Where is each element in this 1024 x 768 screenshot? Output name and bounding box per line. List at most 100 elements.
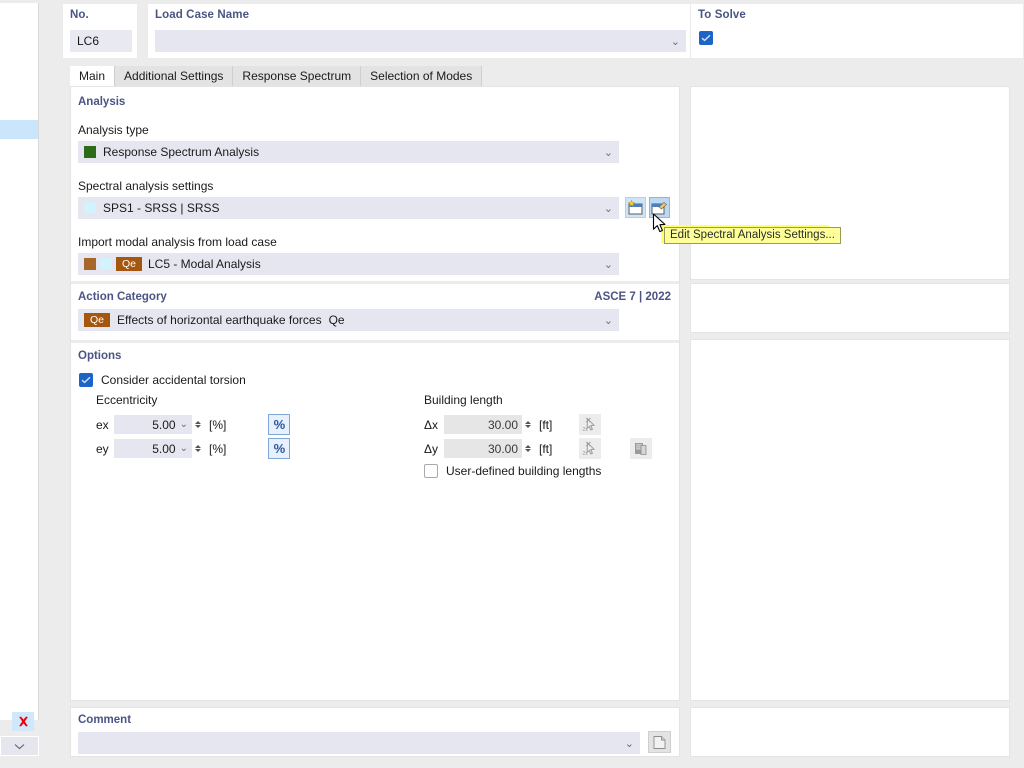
building-length-y-stepper[interactable] — [525, 445, 531, 452]
analysis-section-title: Analysis — [78, 96, 125, 108]
tab-selection-of-modes[interactable]: Selection of Modes — [361, 66, 482, 86]
building-length-y-row: Δy 30.00 [ft] 2x — [424, 438, 652, 459]
header-row: No. LC6 Load Case Name ⌄ To Solve — [62, 3, 1022, 59]
right-panel-analysis — [690, 86, 1010, 280]
building-length-y-unit: [ft] — [539, 442, 552, 456]
action-category-badge: Qe — [84, 313, 110, 327]
chevron-down-icon[interactable]: ⌄ — [625, 737, 634, 750]
right-panel-comment — [690, 707, 1010, 757]
load-case-number-label: No. — [63, 4, 137, 21]
rail-expand-button[interactable] — [0, 736, 39, 756]
analysis-type-label: Analysis type — [78, 123, 149, 137]
building-length-y-input[interactable]: 30.00 — [444, 439, 522, 458]
eccentricity-y-row: ey 5.00 ⌄ [%] % — [96, 438, 290, 459]
chevron-down-icon[interactable]: ⌄ — [604, 314, 613, 327]
eccentricity-y-label: ey — [96, 442, 114, 456]
eccentricity-y-percent-button[interactable]: % — [268, 438, 290, 459]
pick-building-length-x-button[interactable]: 2x — [579, 414, 601, 435]
document-icon — [652, 735, 667, 750]
chevron-down-icon[interactable]: ⌄ — [604, 146, 613, 159]
copy-icon — [633, 441, 650, 457]
import-modal-combo[interactable]: Qe LC5 - Modal Analysis ⌄ — [78, 253, 619, 275]
building-length-x-label: Δx — [424, 418, 444, 432]
svg-text:2x: 2x — [582, 451, 588, 457]
right-panel-options — [690, 339, 1010, 701]
spectral-settings-value: SPS1 - SRSS | SRSS — [103, 201, 220, 215]
load-case-number-value[interactable]: LC6 — [70, 30, 132, 52]
analysis-type-value: Response Spectrum Analysis — [103, 145, 259, 159]
import-modal-label: Import modal analysis from load case — [78, 235, 277, 249]
pick-two-points-cursor-icon: 2x — [582, 417, 599, 433]
building-length-y-value: 30.00 — [488, 442, 518, 456]
chevron-down-icon[interactable]: ⌄ — [604, 202, 613, 215]
chevron-down-icon[interactable]: ⌄ — [180, 419, 188, 430]
eccentricity-x-row: ex 5.00 ⌄ [%] % — [96, 414, 290, 435]
spectral-settings-combo[interactable]: SPS1 - SRSS | SRSS ⌄ — [78, 197, 619, 219]
building-length-y-label: Δy — [424, 442, 444, 456]
chevron-down-icon[interactable]: ⌄ — [604, 258, 613, 271]
building-length-x-input[interactable]: 30.00 — [444, 415, 522, 434]
check-icon — [81, 376, 91, 384]
to-solve-checkbox[interactable] — [699, 31, 713, 45]
tab-additional-settings[interactable]: Additional Settings — [115, 66, 233, 86]
building-length-x-row: Δx 30.00 [ft] 2x — [424, 414, 601, 435]
rail-gutter — [40, 0, 62, 768]
eccentricity-x-percent-button[interactable]: % — [268, 414, 290, 435]
action-category-section: Action Category ASCE 7 | 2022 Qe Effects… — [71, 284, 679, 340]
load-case-name-label: Load Case Name — [148, 4, 691, 21]
eccentricity-y-unit: [%] — [209, 442, 226, 456]
left-rail-list[interactable] — [0, 3, 39, 720]
building-length-x-unit: [ft] — [539, 418, 552, 432]
left-rail-selected-item[interactable] — [0, 120, 38, 139]
load-case-name-input[interactable]: ⌄ — [155, 30, 686, 52]
new-spectral-settings-button[interactable] — [625, 197, 646, 218]
copy-building-lengths-button[interactable] — [630, 438, 652, 459]
to-solve-label: To Solve — [691, 4, 1023, 21]
consider-accidental-torsion-row[interactable]: Consider accidental torsion — [79, 373, 246, 387]
eccentricity-x-input[interactable]: 5.00 ⌄ — [114, 415, 192, 434]
eccentricity-y-input[interactable]: 5.00 ⌄ — [114, 439, 192, 458]
eccentricity-x-label: ex — [96, 418, 114, 432]
close-button[interactable] — [12, 712, 34, 731]
building-length-x-value: 30.00 — [488, 418, 518, 432]
tab-bar: Main Additional Settings Response Spectr… — [70, 66, 482, 86]
analysis-type-color-swatch — [84, 146, 96, 158]
eccentricity-x-stepper[interactable] — [195, 421, 201, 428]
load-case-editor-window: No. LC6 Load Case Name ⌄ To Solve Main — [0, 0, 1024, 768]
action-category-title: Action Category — [78, 291, 167, 303]
user-defined-building-lengths-label: User-defined building lengths — [446, 464, 601, 478]
spectral-settings-color-swatch — [84, 202, 96, 214]
building-length-x-stepper[interactable] — [525, 421, 531, 428]
chevron-down-icon[interactable]: ⌄ — [671, 35, 680, 48]
analysis-section: Analysis Analysis type Response Spectrum… — [71, 87, 679, 281]
analysis-type-combo[interactable]: Response Spectrum Analysis ⌄ — [78, 141, 619, 163]
comment-section: Comment ⌄ — [70, 707, 680, 757]
tab-response-spectrum[interactable]: Response Spectrum — [233, 66, 361, 86]
to-solve-group: To Solve — [690, 3, 1024, 59]
svg-text:2x: 2x — [582, 427, 588, 433]
user-defined-building-lengths-checkbox[interactable] — [424, 464, 438, 478]
pick-building-length-y-button[interactable]: 2x — [579, 438, 601, 459]
design-standard-label: ASCE 7 | 2022 — [594, 291, 671, 303]
comment-section-title: Comment — [78, 714, 131, 726]
options-section: Options Consider accidental torsion Ecce… — [71, 343, 679, 700]
action-category-combo[interactable]: Qe Effects of horizontal earthquake forc… — [78, 309, 619, 331]
left-rail — [0, 0, 40, 768]
load-case-number-group: No. LC6 — [62, 3, 138, 59]
tab-main[interactable]: Main — [70, 66, 115, 86]
action-category-value-suffix: Qe — [329, 313, 345, 327]
comment-input[interactable]: ⌄ — [78, 732, 640, 754]
eccentricity-y-value: 5.00 — [152, 442, 175, 456]
eccentricity-x-value: 5.00 — [152, 418, 175, 432]
load-case-name-group: Load Case Name ⌄ — [147, 3, 692, 59]
pick-two-points-cursor-icon: 2x — [582, 441, 599, 457]
main-tab-panel: Analysis Analysis type Response Spectrum… — [70, 86, 680, 701]
eccentricity-x-unit: [%] — [209, 418, 226, 432]
eccentricity-y-stepper[interactable] — [195, 445, 201, 452]
chevron-down-icon[interactable]: ⌄ — [180, 443, 188, 454]
building-length-label: Building length — [424, 393, 503, 407]
comment-library-button[interactable] — [648, 731, 671, 753]
spectral-settings-label: Spectral analysis settings — [78, 179, 213, 193]
user-defined-building-lengths-row[interactable]: User-defined building lengths — [424, 464, 601, 478]
consider-accidental-torsion-checkbox[interactable] — [79, 373, 93, 387]
